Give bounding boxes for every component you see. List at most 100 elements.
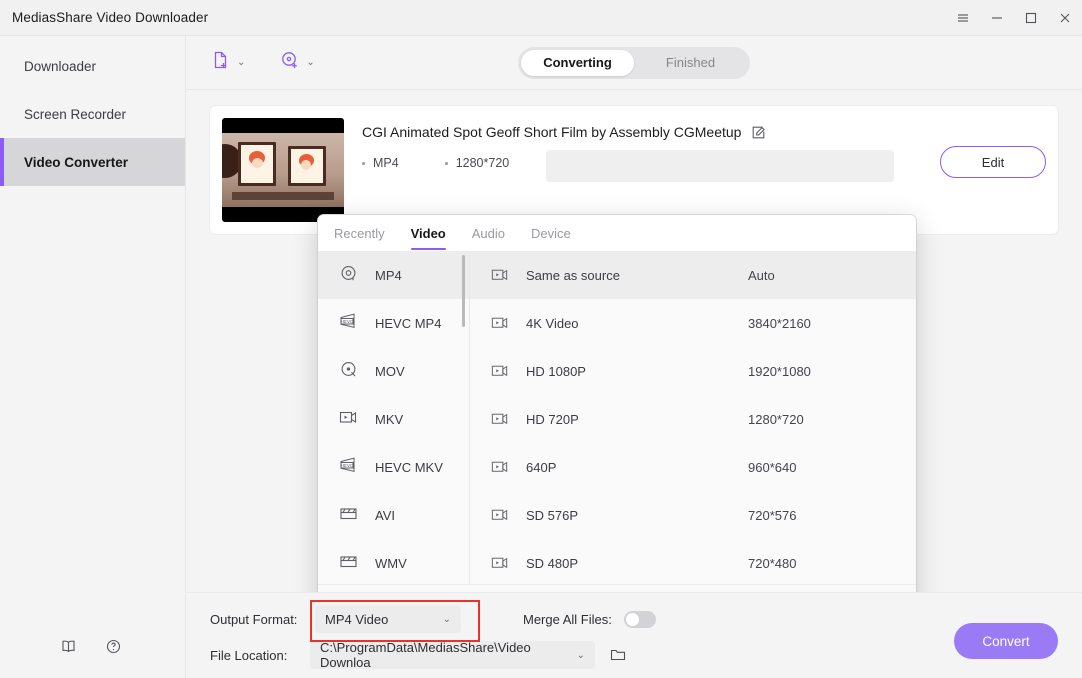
sidebar-item-downloader[interactable]: Downloader — [0, 42, 185, 90]
convert-button[interactable]: Convert — [954, 623, 1058, 659]
resolution-item-4k-video[interactable]: 4K Video 3840*2160 — [470, 299, 916, 347]
sidebar-item-video-converter[interactable]: Video Converter — [0, 138, 185, 186]
content-area: CGI Animated Spot Geoff Short Film by As… — [186, 90, 1082, 656]
window-controls — [946, 0, 1082, 36]
app-window: MediasShare Video Downloader Downloader … — [0, 0, 1082, 678]
hevc-icon: HEVC — [338, 311, 359, 335]
format-item-avi[interactable]: AVI — [318, 491, 469, 539]
format-label: WMV — [375, 555, 407, 571]
svg-text:HEVC: HEVC — [341, 319, 353, 324]
add-disc-button[interactable]: ⌄ — [279, 49, 315, 76]
add-file-button[interactable]: ⌄ — [210, 49, 245, 76]
resolution-dimension: 3840*2160 — [748, 315, 811, 331]
popup-body: MP4 HEVC HEVC MP4 MOV MKV HEVC HEVC MKV … — [318, 251, 916, 584]
chevron-down-icon[interactable]: ⌄ — [306, 57, 314, 68]
format-label: HEVC MP4 — [375, 315, 442, 331]
disc-icon — [338, 263, 359, 287]
file-title: CGI Animated Spot Geoff Short Film by As… — [362, 124, 742, 140]
resolution-dimension: 960*640 — [748, 459, 797, 475]
resolution-dimension: 1280*720 — [748, 411, 804, 427]
tab-finished[interactable]: Finished — [634, 50, 747, 76]
chevron-down-icon[interactable]: ⌄ — [237, 57, 245, 68]
file-location-select[interactable]: C:\ProgramData\MediasShare\Video Downloa… — [310, 640, 595, 670]
file-format-select[interactable] — [546, 150, 894, 182]
resolution-item-hd-720p[interactable]: HD 720P 1280*720 — [470, 395, 916, 443]
format-list: MP4 HEVC HEVC MP4 MOV MKV HEVC HEVC MKV … — [318, 251, 470, 584]
resolution-label: 4K Video — [526, 315, 579, 331]
camera-icon — [490, 505, 526, 525]
resolution-label: Same as source — [526, 267, 620, 283]
edit-button[interactable]: Edit — [940, 146, 1046, 178]
camera-icon — [490, 313, 526, 333]
format-item-hevc-mp4[interactable]: HEVC HEVC MP4 — [318, 299, 469, 347]
clapperboard-icon — [338, 551, 359, 575]
resolution-item-sd-480p[interactable]: SD 480P 720*480 — [470, 539, 916, 584]
sidebar-item-label: Video Converter — [24, 154, 129, 170]
resolution-list: Same as source Auto 4K Video 3840*2160 H… — [470, 251, 916, 584]
format-label: MOV — [375, 363, 405, 379]
format-item-mp4[interactable]: MP4 — [318, 251, 469, 299]
guide-book-icon[interactable] — [60, 638, 77, 660]
format-item-mov[interactable]: MOV — [318, 347, 469, 395]
maximize-icon[interactable] — [1014, 0, 1048, 36]
camera-icon — [490, 553, 526, 573]
resolution-dimension: 720*480 — [748, 555, 797, 571]
merge-all-files-label: Merge All Files: — [523, 611, 612, 627]
status-tabs: Converting Finished — [518, 46, 750, 79]
file-location-label: File Location: — [210, 647, 288, 663]
chevron-down-icon: ⌄ — [576, 649, 585, 661]
format-item-wmv[interactable]: WMV — [318, 539, 469, 584]
meta-resolution-value: 1280*720 — [455, 156, 510, 170]
meta-resolution: 1280*720 — [444, 156, 510, 170]
format-dropdown-popup: Recently Video Audio Device MP4 HEVC HEV… — [318, 215, 916, 656]
svg-text:HEVC: HEVC — [341, 463, 353, 468]
popup-tab-bar: Recently Video Audio Device — [318, 215, 916, 251]
format-label: AVI — [375, 507, 395, 523]
file-location-row: File Location: C:\ProgramData\MediasShar… — [186, 640, 1082, 670]
tab-video[interactable]: Video — [410, 215, 446, 251]
help-circle-icon[interactable] — [105, 638, 122, 660]
resolution-dimension: Auto — [748, 267, 775, 283]
format-list-scrollbar[interactable] — [462, 255, 465, 327]
merge-all-files-toggle[interactable] — [623, 610, 656, 628]
resolution-item-640p[interactable]: 640P 960*640 — [470, 443, 916, 491]
resolution-item-same-as-source[interactable]: Same as source Auto — [470, 251, 916, 299]
format-label: MKV — [375, 411, 404, 427]
menu-icon[interactable] — [946, 0, 980, 36]
output-format-select[interactable]: MP4 Video ⌄ — [315, 605, 461, 633]
sidebar-item-label: Screen Recorder — [24, 106, 127, 122]
toolbar: ⌄ ⌄ Converting Finished — [186, 36, 1082, 90]
output-format-row: Output Format: MP4 Video ⌄ Merge All Fil… — [186, 600, 1082, 642]
tab-device[interactable]: Device — [531, 215, 571, 251]
format-item-hevc-mkv[interactable]: HEVC HEVC MKV — [318, 443, 469, 491]
main-area: ⌄ ⌄ Converting Finished CGI Animated Spo… — [186, 36, 1082, 678]
edit-pencil-icon[interactable] — [751, 125, 766, 140]
hevc-icon: HEVC — [338, 455, 359, 479]
sidebar-item-label: Downloader — [24, 58, 97, 74]
add-file-icon — [210, 49, 232, 76]
file-location-value: C:\ProgramData\MediasShare\Video Downloa — [320, 640, 531, 670]
tab-converting[interactable]: Converting — [521, 49, 634, 76]
resolution-dimension: 720*576 — [748, 507, 797, 523]
output-format-label: Output Format: — [210, 611, 298, 627]
folder-icon[interactable] — [609, 646, 627, 664]
camera-icon — [490, 265, 526, 285]
file-title-row: CGI Animated Spot Geoff Short Film by As… — [362, 124, 1046, 140]
sidebar-item-screen-recorder[interactable]: Screen Recorder — [0, 90, 185, 138]
bottom-bar: Output Format: MP4 Video ⌄ Merge All Fil… — [186, 592, 1082, 678]
title-bar: MediasShare Video Downloader — [0, 0, 1082, 36]
sidebar-bottom-icons — [0, 638, 186, 660]
tab-recently[interactable]: Recently — [334, 215, 385, 251]
meta-format: MP4 — [362, 156, 399, 170]
resolution-item-sd-576p[interactable]: SD 576P 720*576 — [470, 491, 916, 539]
resolution-label: HD 1080P — [526, 363, 586, 379]
resolution-label: SD 576P — [526, 507, 579, 523]
add-disc-icon — [279, 49, 301, 76]
close-icon[interactable] — [1048, 0, 1082, 36]
minimize-icon[interactable] — [980, 0, 1014, 36]
sidebar: Downloader Screen Recorder Video Convert… — [0, 36, 186, 678]
resolution-item-hd-1080p[interactable]: HD 1080P 1920*1080 — [470, 347, 916, 395]
tab-audio[interactable]: Audio — [472, 215, 505, 251]
video-thumbnail — [222, 118, 344, 222]
format-item-mkv[interactable]: MKV — [318, 395, 469, 443]
